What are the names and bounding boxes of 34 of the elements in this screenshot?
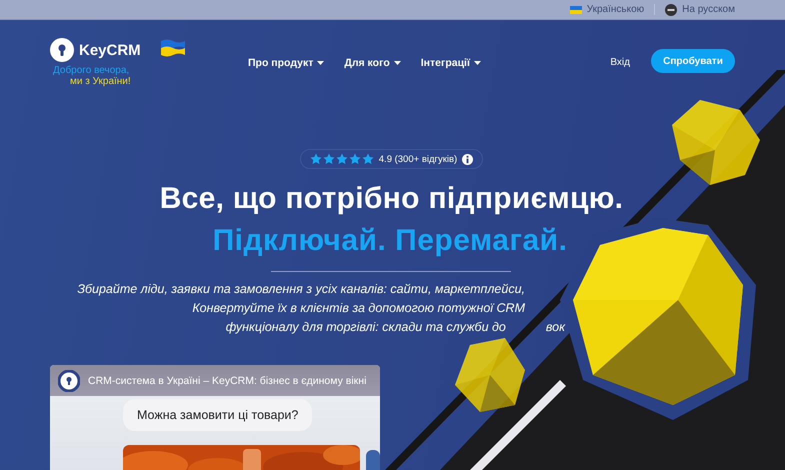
hero-subtitle: Підключай. Перемагай. xyxy=(212,223,568,259)
prohibited-icon xyxy=(665,4,678,16)
star-icon xyxy=(362,153,374,165)
description-text: Збирайте ліди, заявки та замовлення з усіх каналів: сайти, маркетплейси, xyxy=(77,281,525,298)
flag-icon xyxy=(570,6,582,14)
star-icon xyxy=(322,153,335,165)
video-title: CRM-система в Україні – KeyCRM: бізнес в єдиному вікні xyxy=(88,375,366,387)
nav-menu-item[interactable]: Про продукт xyxy=(248,57,324,69)
login-link[interactable]: Вхід xyxy=(610,57,630,68)
description-text: вок xyxy=(546,319,565,336)
nav-menu-item[interactable]: Для кого xyxy=(344,57,401,69)
star-icon xyxy=(310,153,322,165)
chat-message: Можна замовити ці товари? xyxy=(123,399,312,431)
language-link[interactable]: На русском xyxy=(665,4,735,16)
description-text: функціоналу для торгівлі: склади та служби до xyxy=(226,319,506,336)
rating-badge[interactable]: 4.9 (300+ відгуків) xyxy=(300,149,484,169)
greeting-text: ми з України! xyxy=(70,76,131,87)
info-icon xyxy=(462,154,474,164)
keyhole-logo-icon xyxy=(50,38,74,62)
caret-icon xyxy=(394,61,401,65)
hero-title: Все, що потрібно підприємцю. xyxy=(160,181,624,217)
description-text: Конвертуйте їх в клієнтів за допомогою потужної CRM xyxy=(192,300,525,317)
caret-icon xyxy=(317,61,324,65)
logo-text[interactable]: KeyCRM xyxy=(79,42,141,58)
greeting-text: Доброго вечора, xyxy=(53,65,130,76)
rating-text: 4.9 (300+ відгуків) xyxy=(378,154,458,164)
language-link[interactable]: Українською xyxy=(570,4,644,15)
caret-icon xyxy=(474,61,481,65)
nav-menu-item[interactable]: Інтеграції xyxy=(420,57,481,69)
channel-logo-icon xyxy=(58,370,80,392)
flag-icon xyxy=(160,38,186,58)
star-icon xyxy=(348,153,361,165)
star-icon xyxy=(336,153,348,165)
video-frame[interactable]: CRM-система в Україні – KeyCRM: бізнес в єдиному вікні Можна замовити ці товари? xyxy=(50,365,380,470)
